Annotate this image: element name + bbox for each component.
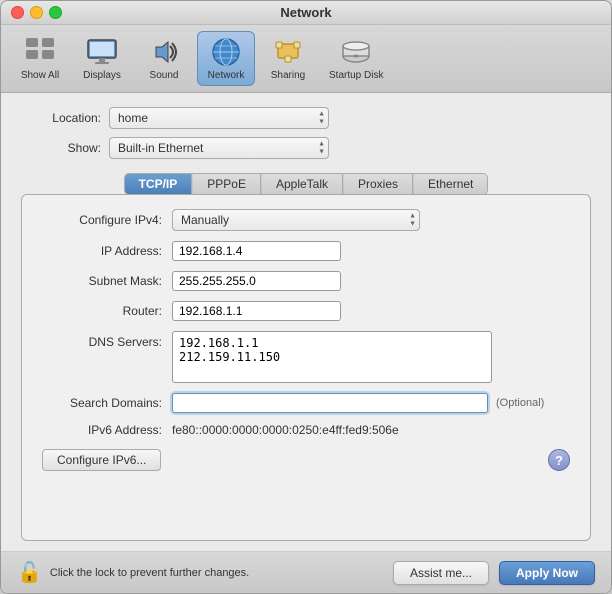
tcp-ip-panel: Configure IPv4: Manually Using DHCP Usin… — [21, 194, 591, 541]
search-domains-label: Search Domains: — [42, 396, 162, 410]
toolbar-label-displays: Displays — [83, 70, 121, 81]
tabs-container: TCP/IP PPPoE AppleTalk Proxies Ethernet — [21, 173, 591, 195]
ip-address-input[interactable] — [172, 241, 341, 261]
assist-me-button[interactable]: Assist me... — [393, 561, 489, 585]
toolbar-label-startup-disk: Startup Disk — [329, 70, 383, 81]
dns-servers-label: DNS Servers: — [42, 335, 162, 349]
toolbar-item-network[interactable]: Network — [197, 31, 255, 86]
toolbar-item-sharing[interactable]: Sharing — [259, 32, 317, 85]
show-select-wrap: Built-in Ethernet — [109, 137, 329, 159]
tab-proxies[interactable]: Proxies — [344, 174, 413, 194]
search-domains-row: Search Domains: (Optional) — [42, 393, 570, 413]
ipv6-address-label: IPv6 Address: — [42, 423, 162, 437]
tab-pppoe[interactable]: PPPoE — [193, 174, 261, 194]
toolbar-item-show-all[interactable]: Show All — [11, 32, 69, 85]
displays-icon — [86, 36, 118, 68]
configure-ipv4-select-wrap: Manually Using DHCP Using DHCP with manu… — [172, 209, 420, 231]
router-input[interactable] — [172, 301, 341, 321]
location-row: Location: home — [21, 107, 591, 129]
content-area: Location: home Show: Built-in Ethernet T… — [1, 93, 611, 551]
search-domains-input[interactable] — [172, 393, 488, 413]
toolbar-label-sharing: Sharing — [271, 70, 305, 81]
titlebar: Network — [1, 1, 611, 25]
sharing-icon — [272, 36, 304, 68]
show-row: Show: Built-in Ethernet — [21, 137, 591, 159]
dns-servers-textarea[interactable]: 192.168.1.1 212.159.11.150 — [172, 331, 492, 383]
location-select-wrap: home — [109, 107, 329, 129]
tab-bar: TCP/IP PPPoE AppleTalk Proxies Ethernet — [124, 173, 489, 195]
configure-ipv6-row: Configure IPv6... ? — [42, 449, 570, 471]
toolbar-item-startup-disk[interactable]: Startup Disk — [321, 32, 391, 85]
subnet-mask-label: Subnet Mask: — [42, 274, 162, 288]
sound-icon — [148, 36, 180, 68]
help-button[interactable]: ? — [548, 449, 570, 471]
toolbar-label-show-all: Show All — [21, 70, 59, 81]
show-select[interactable]: Built-in Ethernet — [109, 137, 329, 159]
configure-ipv6-button[interactable]: Configure IPv6... — [42, 449, 161, 471]
tab-ethernet[interactable]: Ethernet — [414, 174, 487, 194]
startup-disk-icon — [340, 36, 372, 68]
subnet-mask-row: Subnet Mask: — [42, 271, 570, 291]
close-button[interactable] — [11, 6, 24, 19]
main-window: Network Show All — [0, 0, 612, 594]
router-row: Router: — [42, 301, 570, 321]
network-icon — [210, 36, 242, 68]
lock-text: Click the lock to prevent further change… — [50, 567, 249, 579]
apply-now-button[interactable]: Apply Now — [499, 561, 595, 585]
location-label: Location: — [21, 111, 101, 125]
footer: 🔓 Click the lock to prevent further chan… — [1, 551, 611, 593]
configure-ipv4-select[interactable]: Manually Using DHCP Using DHCP with manu… — [172, 209, 420, 231]
toolbar-item-displays[interactable]: Displays — [73, 32, 131, 85]
tab-appletalk[interactable]: AppleTalk — [262, 174, 343, 194]
lock-icon: 🔓 — [17, 560, 42, 585]
dns-servers-row: DNS Servers: 192.168.1.1 212.159.11.150 — [42, 331, 570, 383]
toolbar-label-sound: Sound — [150, 70, 179, 81]
router-label: Router: — [42, 304, 162, 318]
ip-address-label: IP Address: — [42, 244, 162, 258]
configure-ipv4-row: Configure IPv4: Manually Using DHCP Usin… — [42, 209, 570, 231]
location-select[interactable]: home — [109, 107, 329, 129]
ipv6-address-value: fe80::0000:0000:0000:0250:e4ff:fed9:506e — [172, 423, 399, 437]
show-label: Show: — [21, 141, 101, 155]
ipv6-address-row: IPv6 Address: fe80::0000:0000:0000:0250:… — [42, 423, 570, 437]
toolbar-label-network: Network — [208, 70, 245, 81]
show-all-icon — [24, 36, 56, 68]
minimize-button[interactable] — [30, 6, 43, 19]
footer-buttons: Assist me... Apply Now — [393, 561, 595, 585]
window-title: Network — [280, 5, 331, 20]
configure-ipv4-label: Configure IPv4: — [42, 213, 162, 227]
toolbar: Show All Displays Sound — [1, 25, 611, 93]
toolbar-item-sound[interactable]: Sound — [135, 32, 193, 85]
tab-tcp-ip[interactable]: TCP/IP — [125, 174, 193, 194]
ip-address-row: IP Address: — [42, 241, 570, 261]
optional-text: (Optional) — [496, 397, 544, 409]
maximize-button[interactable] — [49, 6, 62, 19]
lock-area: 🔓 Click the lock to prevent further chan… — [17, 560, 393, 585]
window-controls — [11, 6, 62, 19]
subnet-mask-input[interactable] — [172, 271, 341, 291]
